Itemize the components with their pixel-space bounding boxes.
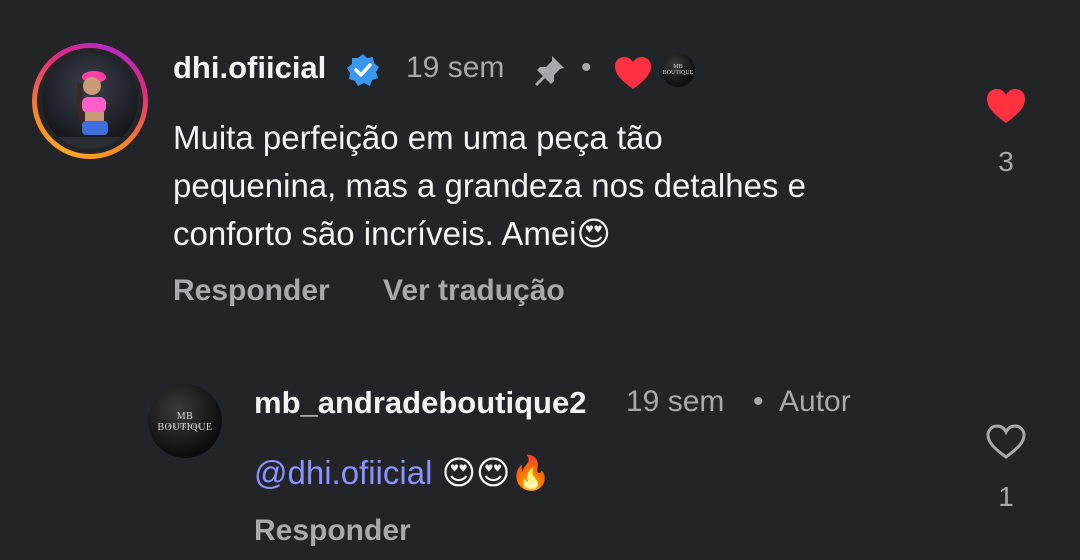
comment-text-line3-text: conforto são incríveis. Amei xyxy=(173,215,577,252)
commenter-photo xyxy=(42,53,138,149)
translate-button[interactable]: Ver tradução xyxy=(383,274,565,308)
pin-icon xyxy=(532,52,568,88)
reply-text: @dhi.ofiicial 😍😍🔥 xyxy=(254,449,551,497)
reply-author-badge: Autor xyxy=(779,385,851,418)
reply-avatar[interactable]: MB BOUTIQUE ANDRADE xyxy=(148,384,222,458)
comment-time: 19 sem xyxy=(406,51,505,84)
creator-mini-avatar-brand: MB BOUTIQUE xyxy=(662,64,694,76)
reply-meta-separator: • xyxy=(753,385,764,418)
reply-reply-button[interactable]: Responder xyxy=(254,514,411,548)
comment-like-count: 3 xyxy=(998,146,1014,177)
reply-like-count: 1 xyxy=(998,481,1014,512)
meta-separator: • xyxy=(581,51,592,84)
reply-mention[interactable]: @dhi.ofiicial xyxy=(254,454,432,491)
reply-like-heart-outline-icon[interactable] xyxy=(986,424,1026,460)
creator-mini-avatar: MB BOUTIQUE xyxy=(661,53,695,87)
reply-time: 19 sem xyxy=(626,385,725,418)
comment-like-heart-icon[interactable] xyxy=(986,88,1026,124)
heart-eyes-emoji: 😍 xyxy=(576,214,611,253)
commenter-avatar[interactable] xyxy=(32,43,148,159)
creator-liked-heart-icon xyxy=(614,56,652,90)
comment-text-line1: Muita perfeição em uma peça tão xyxy=(173,119,663,156)
comment-text-line2: pequenina, mas a grandeza nos detalhes e xyxy=(173,167,806,204)
reply-emojis: 😍😍🔥 xyxy=(441,453,552,492)
comment-username[interactable]: dhi.ofiicial xyxy=(173,50,326,86)
verified-badge-icon xyxy=(346,53,380,87)
comment-text-line3: conforto são incríveis. Amei😍 xyxy=(173,210,973,258)
reply-button[interactable]: Responder xyxy=(173,274,330,308)
reply-avatar-sub: ANDRADE xyxy=(167,425,203,430)
comment-text: Muita perfeição em uma peça tão pequenin… xyxy=(173,114,973,258)
reply-username[interactable]: mb_andradeboutique2 xyxy=(254,385,586,421)
